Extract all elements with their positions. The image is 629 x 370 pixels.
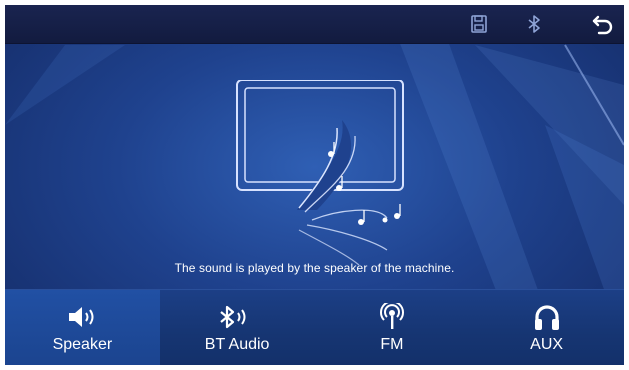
speaker-label: Speaker — [52, 336, 113, 353]
audio-output-screen: The sound is played by the speaker of th… — [5, 5, 624, 365]
speaker-button[interactable]: Speaker — [5, 290, 160, 365]
audio-source-bar: Speaker BT Audio FM AUX — [5, 289, 624, 365]
bluetooth-audio-icon — [217, 304, 257, 330]
fm-button[interactable]: FM — [315, 290, 470, 365]
back-icon[interactable] — [591, 13, 613, 35]
aux-label: AUX — [530, 336, 564, 353]
aux-button[interactable]: AUX — [469, 290, 624, 365]
bt-audio-label: BT Audio — [204, 336, 270, 353]
output-status-message: The sound is played by the speaker of th… — [174, 261, 455, 275]
bluetooth-icon[interactable] — [523, 13, 545, 35]
top-status-bar — [5, 5, 624, 44]
radio-icon — [378, 303, 406, 330]
fm-label: FM — [380, 336, 404, 353]
bt-audio-button[interactable]: BT Audio — [160, 290, 315, 365]
headphones-icon — [532, 304, 562, 330]
main-content: The sound is played by the speaker of th… — [5, 44, 624, 289]
speaker-icon — [65, 304, 99, 330]
save-icon[interactable] — [468, 13, 490, 35]
speaker-output-illustration — [236, 80, 404, 266]
